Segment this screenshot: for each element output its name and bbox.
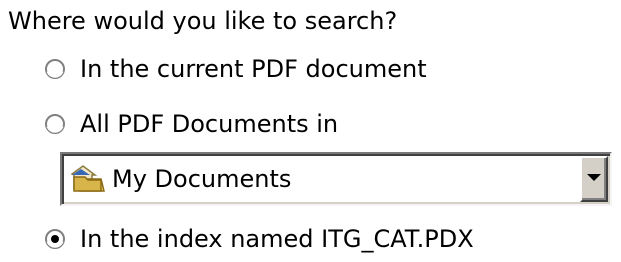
radio-unselected-icon[interactable]	[44, 58, 66, 80]
radio-all-pdf-documents[interactable]: All PDF Documents in	[44, 107, 338, 141]
folder-select[interactable]: My Documents	[60, 152, 612, 206]
folder-icon	[70, 165, 105, 192]
radio-current-pdf-label: In the current PDF document	[80, 55, 427, 83]
radio-all-pdf-documents-label: All PDF Documents in	[80, 110, 339, 138]
folder-select-value-area: My Documents	[70, 154, 291, 204]
folder-select-value: My Documents	[112, 165, 292, 193]
radio-selected-icon[interactable]	[44, 228, 66, 250]
radio-current-pdf[interactable]: In the current PDF document	[44, 52, 427, 86]
chevron-down-icon	[587, 174, 601, 181]
radio-index-named[interactable]: In the index named ITG_CAT.PDX	[44, 222, 474, 256]
radio-index-named-label: In the index named ITG_CAT.PDX	[80, 225, 474, 253]
radio-unselected-icon[interactable]	[44, 113, 66, 135]
dropdown-button[interactable]	[580, 156, 608, 202]
search-scope-question: Where would you like to search?	[8, 7, 398, 35]
